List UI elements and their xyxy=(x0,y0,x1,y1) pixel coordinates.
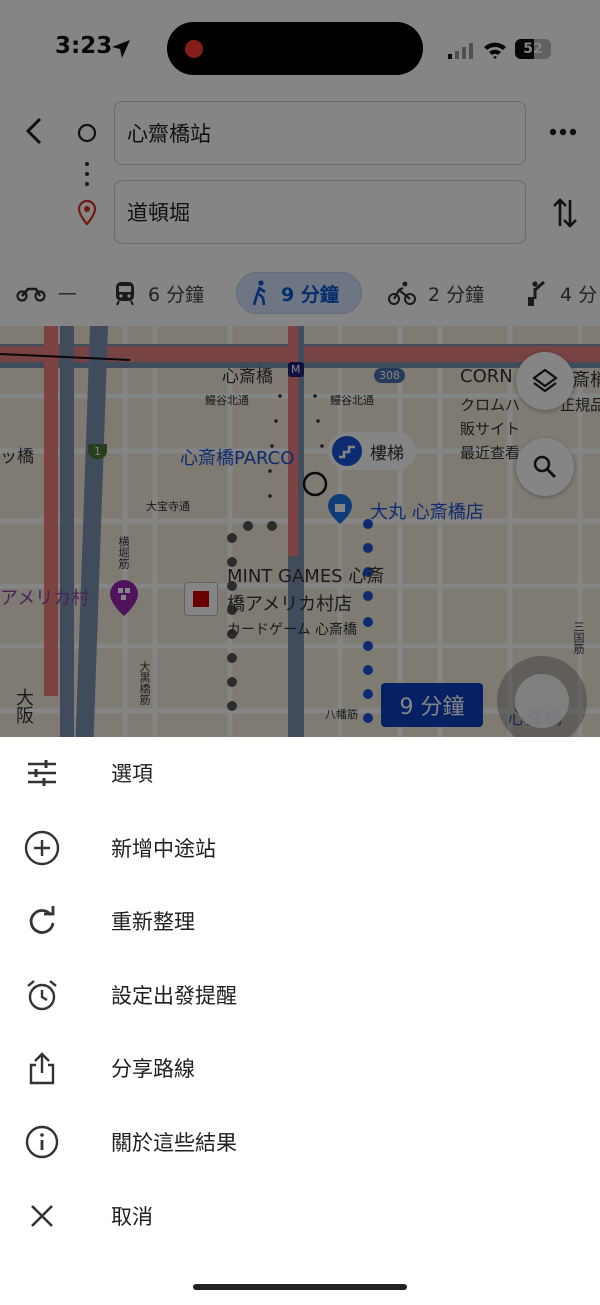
menu-label: 新增中途站 xyxy=(111,837,216,861)
bicycle-icon xyxy=(388,281,416,305)
street-label: 鰻谷北通 xyxy=(205,394,249,407)
map-label: 心斎橋 xyxy=(222,367,273,387)
swap-icon[interactable] xyxy=(550,196,580,230)
share-icon xyxy=(24,1050,60,1086)
route-dots-icon xyxy=(85,162,89,186)
layers-button[interactable] xyxy=(516,352,574,410)
walk-icon xyxy=(252,280,266,306)
layers-icon xyxy=(532,368,558,393)
menu-item-add-stop[interactable]: 新增中途站 xyxy=(0,818,600,878)
back-button[interactable] xyxy=(22,116,48,146)
map-label: 大阪 xyxy=(13,688,34,724)
map-poi-mint-games[interactable]: MINT GAMES 心斎 xyxy=(227,562,384,588)
mode-label: — xyxy=(58,282,77,304)
menu-item-refresh[interactable]: 重新整理 xyxy=(0,891,600,951)
street-label: 三国筋 xyxy=(572,621,585,654)
map-label: 販サイト xyxy=(460,420,521,438)
map-label: アメリカ村 xyxy=(0,588,90,609)
tab-walk[interactable]: 9 分鐘 xyxy=(236,272,362,314)
recording-indicator xyxy=(185,40,203,58)
origin-input[interactable]: 心齋橋站 xyxy=(114,101,526,165)
tab-motorcycle[interactable]: — xyxy=(16,272,77,314)
train-icon xyxy=(116,282,134,306)
battery-indicator: 52 xyxy=(515,39,551,59)
signal-icon xyxy=(448,43,473,59)
menu-label: 分享路線 xyxy=(111,1057,195,1081)
wifi-icon xyxy=(484,42,506,59)
street-label: 横堀筋 xyxy=(117,536,130,569)
battery-level: 52 xyxy=(523,41,543,57)
menu-label: 取消 xyxy=(111,1205,153,1229)
map-label: CORN xyxy=(460,366,513,387)
options-menu-sheet: 選項 新增中途站 重新整理 設定出發提醒 分享路線 關於這些結果 取消 xyxy=(0,737,600,1305)
motorcycle-icon xyxy=(16,287,46,302)
map-label: 斎梢 xyxy=(572,370,600,391)
tab-bicycle[interactable]: 2 分鐘 xyxy=(388,272,484,314)
status-time: 3:23 xyxy=(55,33,113,59)
menu-label: 關於這些結果 xyxy=(111,1131,237,1155)
home-indicator[interactable] xyxy=(193,1284,407,1290)
tab-ride-hail[interactable]: 4 分 xyxy=(526,272,597,314)
street-label: 鰻谷北通 xyxy=(330,394,374,407)
menu-item-share-route[interactable]: 分享路線 xyxy=(0,1038,600,1098)
map-search-button[interactable] xyxy=(516,438,574,496)
map-poi-parco[interactable]: 心斎橋PARCO xyxy=(180,444,294,470)
mode-label: 6 分鐘 xyxy=(148,283,205,306)
travel-mode-tabs: — 6 分鐘 9 分鐘 2 分鐘 4 分 xyxy=(0,272,600,314)
menu-item-about-results[interactable]: 關於這些結果 xyxy=(0,1112,600,1172)
route-shield: 308 xyxy=(374,368,405,383)
add-circle-icon xyxy=(24,830,60,866)
menu-item-departure-reminder[interactable]: 設定出發提醒 xyxy=(0,965,600,1025)
menu-label: 設定出發提醒 xyxy=(111,984,237,1008)
more-options-icon[interactable] xyxy=(548,126,578,138)
map-label: ッ橋 xyxy=(0,447,34,467)
assistive-touch-button[interactable] xyxy=(497,656,587,737)
street-label: 大宝寺通 xyxy=(146,500,190,513)
menu-label: 選項 xyxy=(111,762,153,786)
route-time-callout[interactable]: 9 分鐘 xyxy=(381,683,483,727)
attraction-pin-icon[interactable] xyxy=(108,578,140,618)
menu-label: 重新整理 xyxy=(111,910,195,934)
location-arrow-icon xyxy=(112,40,130,58)
origin-circle-icon xyxy=(77,123,97,143)
menu-item-cancel[interactable]: 取消 xyxy=(0,1186,600,1246)
dynamic-island xyxy=(167,22,423,75)
ride-hail-icon xyxy=(528,280,545,306)
destination-pin-icon xyxy=(77,199,97,226)
stairs-callout[interactable]: 樓梯 xyxy=(328,432,416,470)
info-icon xyxy=(24,1124,60,1160)
directions-header: 3:23 52 心齋橋站 道頓堀 — 6 分鐘 9 分鐘 2 分鐘 4 分 xyxy=(0,0,600,326)
stairs-icon xyxy=(332,436,362,466)
mode-label: 4 分 xyxy=(560,283,598,306)
map-label: カードゲーム 心斎橋 xyxy=(227,622,358,638)
map-view[interactable]: 心斎橋 M 308 CORN 斎梢 鰻谷北通 鰻谷北通 クロムハ 正規品 販サイ… xyxy=(0,326,600,737)
street-label: 八幡筋 xyxy=(325,708,358,721)
map-label: 橋アメリカ村店 xyxy=(227,594,353,615)
map-label: 最近查看 xyxy=(460,444,521,462)
refresh-icon xyxy=(24,903,60,939)
alarm-icon xyxy=(24,977,60,1013)
tune-icon xyxy=(24,755,60,791)
mint-games-icon[interactable] xyxy=(184,582,218,616)
close-icon xyxy=(24,1198,60,1234)
tab-transit[interactable]: 6 分鐘 xyxy=(114,272,204,314)
search-icon xyxy=(533,455,557,479)
map-poi-daimaru[interactable]: 大丸 心斎橋店 xyxy=(370,498,484,524)
shopping-pin-icon[interactable] xyxy=(326,492,354,526)
mode-label: 9 分鐘 xyxy=(281,283,339,306)
destination-input[interactable]: 道頓堀 xyxy=(114,180,526,244)
mode-label: 2 分鐘 xyxy=(428,283,485,306)
route-shield: 1 xyxy=(88,444,107,459)
map-label: クロムハ xyxy=(460,396,521,414)
street-label: 大黒橋筋 xyxy=(138,661,151,705)
menu-item-options[interactable]: 選項 xyxy=(0,743,600,803)
stairs-label: 樓梯 xyxy=(370,443,404,464)
